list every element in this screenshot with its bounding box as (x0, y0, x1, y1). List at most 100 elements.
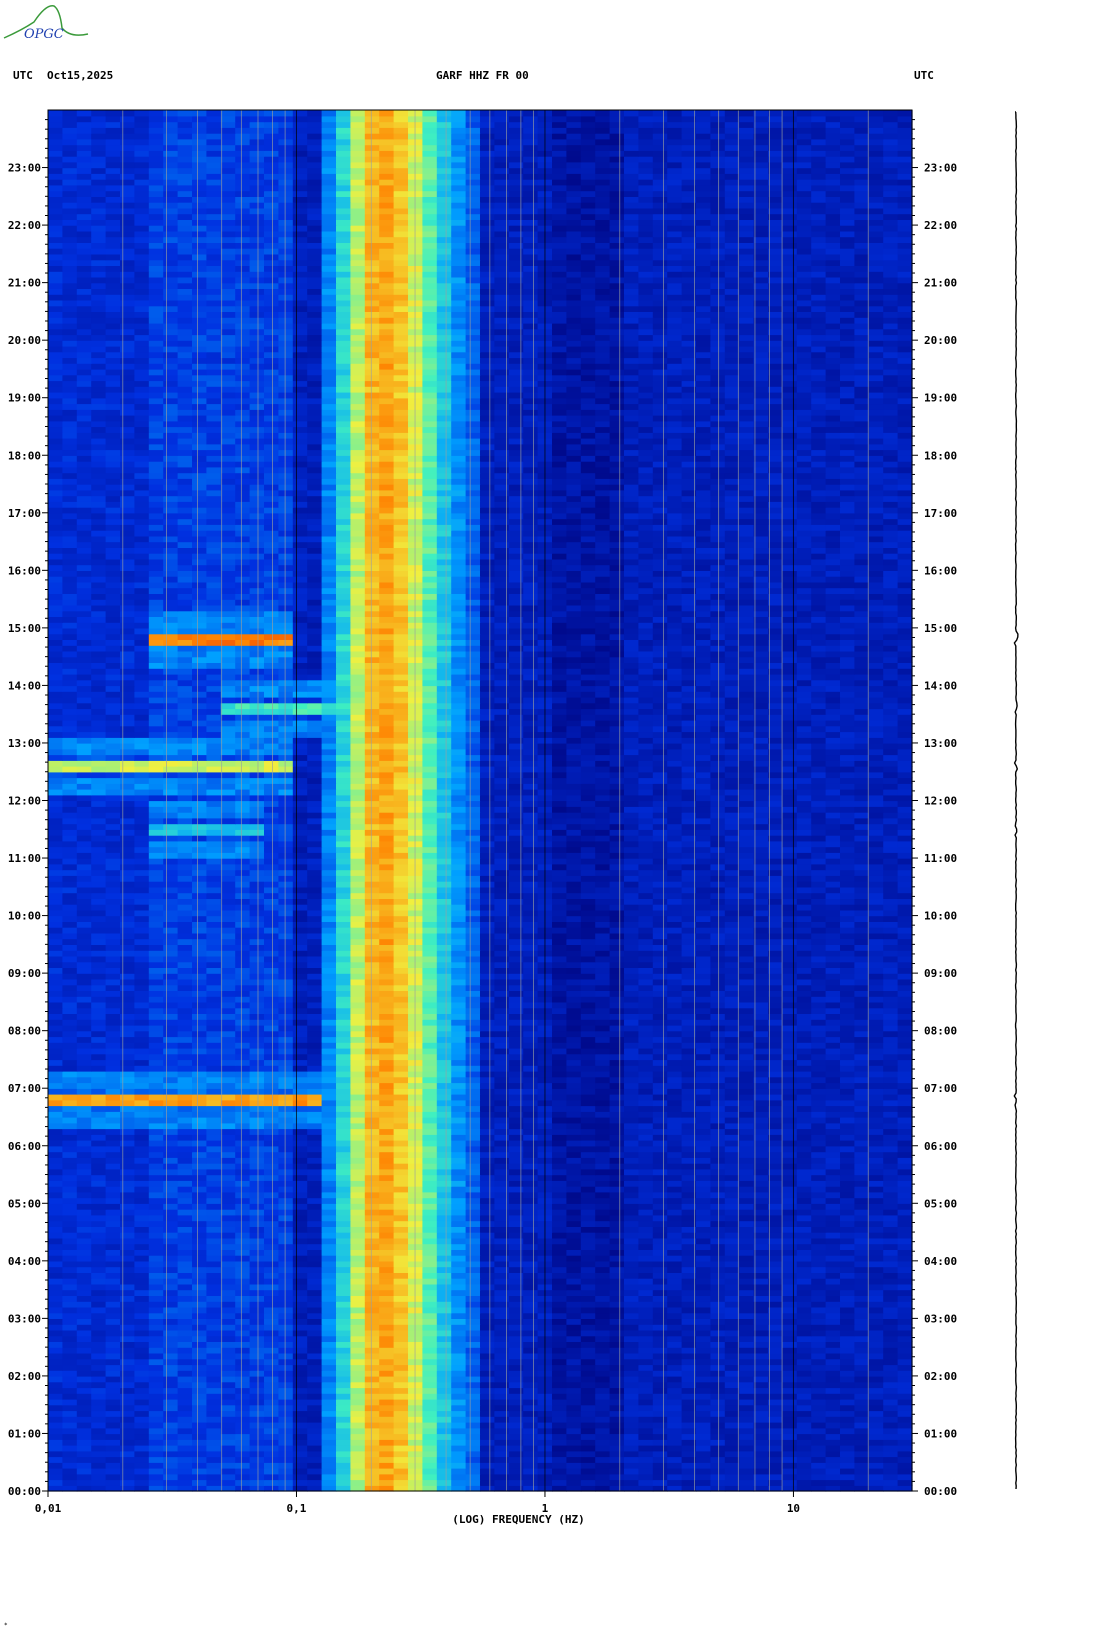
spectrogram-cell (811, 1473, 827, 1481)
spectrogram-cell (76, 1209, 92, 1216)
spectrogram-cell (566, 1111, 582, 1118)
spectrogram-cell (840, 1341, 855, 1348)
spectrogram-cell (638, 1370, 654, 1377)
spectrogram-cell (350, 1462, 366, 1469)
spectrogram-cell (638, 1364, 654, 1371)
spectrogram-cell (624, 1404, 639, 1412)
spectrogram-cell (336, 1266, 351, 1273)
spectrogram-cell (638, 1456, 654, 1463)
spectrogram-cell (436, 1088, 452, 1095)
spectrogram-cell (494, 1042, 510, 1049)
spectrogram-cell (91, 1237, 107, 1245)
spectrogram-cell (753, 1324, 769, 1331)
spectrogram-cell (177, 1151, 193, 1158)
spectrogram-cell (480, 1283, 495, 1291)
spectrogram-cell (897, 1416, 913, 1423)
spectrogram-cell (436, 1151, 452, 1158)
spectrogram-cell (552, 1117, 567, 1124)
spectrogram-cell (436, 1197, 452, 1204)
spectrogram-cell (840, 1260, 855, 1268)
spectrogram-cell (883, 1393, 899, 1400)
spectrogram-cell (710, 1128, 726, 1135)
spectrogram-cell (624, 1197, 639, 1204)
spectrogram-cell (350, 1393, 366, 1400)
spectrogram-cell (393, 1209, 409, 1216)
spectrogram-cell (494, 1404, 510, 1412)
spectrogram-cell (350, 1272, 366, 1279)
spectrogram-cell (696, 1329, 711, 1337)
spectrogram-cell (667, 1312, 683, 1319)
spectrogram-cell (566, 1134, 582, 1141)
spectrogram-cell (177, 1226, 193, 1233)
spectrogram-cell (724, 1462, 740, 1469)
spectrogram-cell (897, 1433, 913, 1440)
spectrogram-cell (206, 1312, 222, 1319)
spectrogram-cell (235, 1433, 251, 1440)
spectrogram-cell (163, 1042, 179, 1049)
spectrogram-cell (206, 1168, 222, 1176)
spectrogram-cell (249, 1065, 265, 1072)
spectrogram-cell (393, 1042, 409, 1049)
spectrogram-cell (724, 1157, 740, 1164)
spectrogram-cell (667, 1094, 683, 1101)
spectrogram-cell (595, 1255, 611, 1262)
spectrogram-cell (292, 1468, 308, 1475)
spectrogram-cell (48, 1283, 63, 1291)
spectrogram-cell (336, 1445, 351, 1452)
spectrogram-cell (739, 1427, 755, 1435)
spectrogram-cell (782, 1053, 798, 1061)
spectrogram-cell (336, 1209, 351, 1216)
spectrogram-cell (451, 1094, 467, 1101)
spectrogram-cell (177, 1347, 193, 1354)
spectrogram-cell (552, 1433, 567, 1440)
spectrogram-cell (724, 1398, 740, 1406)
spectrogram-cell (595, 1278, 611, 1285)
spectrogram-cell (624, 1260, 639, 1268)
spectrogram-cell (825, 1024, 841, 1032)
spectrogram-cell (62, 1076, 78, 1084)
spectrogram-cell (739, 1140, 755, 1147)
spectrogram-cell (782, 1255, 798, 1262)
spectrogram-cell (883, 1266, 899, 1273)
spectrogram-cell (148, 1364, 164, 1371)
spectrogram-cell (710, 1370, 726, 1377)
spectrogram-cell (652, 1174, 668, 1181)
spectrogram-cell (379, 1232, 395, 1239)
spectrogram-cell (667, 1030, 683, 1038)
spectrogram-cell (494, 1468, 510, 1475)
spectrogram-cell (408, 1122, 423, 1130)
spectrogram-cell (652, 1180, 668, 1187)
spectrogram-cell (609, 1088, 625, 1095)
spectrogram-cell (134, 1306, 150, 1314)
spectrogram-cell (62, 1030, 78, 1038)
spectrogram-cell (364, 1030, 380, 1038)
spectrogram-cell (595, 1140, 611, 1147)
spectrogram-cell (796, 1347, 812, 1354)
spectrogram-cell (523, 1140, 539, 1147)
spectrogram-cell (868, 1301, 884, 1308)
spectrogram-cell (235, 1094, 251, 1101)
spectrogram-cell (307, 1462, 323, 1469)
spectrogram-cell (192, 1186, 207, 1193)
spectrogram-cell (796, 1283, 812, 1291)
spectrogram-cell (667, 1220, 683, 1227)
spectrogram-cell (408, 1024, 423, 1032)
spectrogram-cell (105, 1439, 121, 1446)
spectrogram-cell (235, 1174, 251, 1181)
spectrogram-cell (854, 1479, 870, 1486)
spectrogram-cell (278, 1479, 294, 1486)
spectrogram-cell (62, 1278, 78, 1285)
spectrogram-cell (336, 1163, 351, 1170)
spectrogram-cell (739, 1232, 755, 1239)
spectrogram-cell (753, 1122, 769, 1130)
spectrogram-cell (48, 1163, 63, 1170)
spectrogram-cell (393, 1387, 409, 1394)
spectrogram-cell (825, 1220, 841, 1227)
spectrogram-cell (220, 1145, 236, 1153)
spectrogram-cell (825, 1335, 841, 1342)
spectrogram-cell (897, 1341, 913, 1348)
spectrogram-cell (609, 1433, 625, 1440)
spectrogram-cell (408, 1456, 423, 1463)
spectrogram-cell (508, 1468, 524, 1475)
spectrogram-cell (177, 1024, 193, 1032)
